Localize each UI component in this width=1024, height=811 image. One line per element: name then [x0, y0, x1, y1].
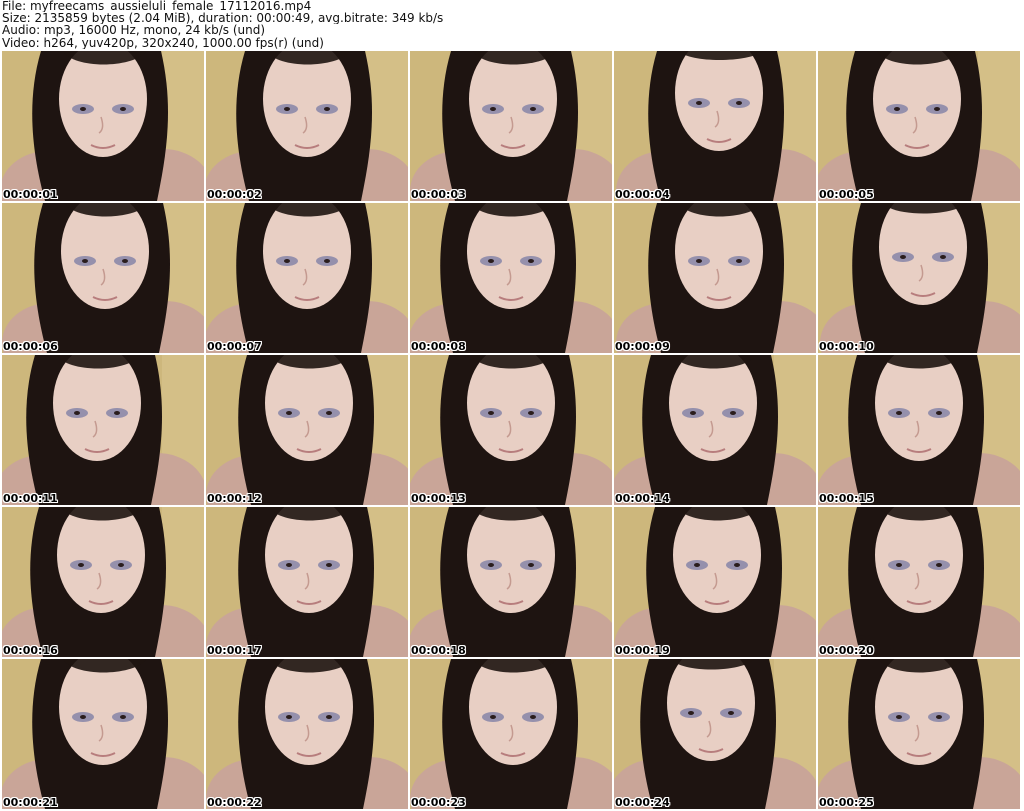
file-info-header: File: myfreecams_aussieluli_female_17112… — [2, 0, 1020, 50]
frame-image — [818, 355, 1020, 505]
frame-image — [2, 51, 204, 201]
frame-image — [410, 659, 612, 809]
video-frame-thumbnail: 00:00:24 — [614, 659, 816, 809]
video-frame-thumbnail: 00:00:13 — [410, 355, 612, 505]
file-name-line: File: myfreecams_aussieluli_female_17112… — [2, 0, 312, 13]
video-frame-thumbnail: 00:00:02 — [206, 51, 408, 201]
frame-image — [614, 203, 816, 353]
frame-timestamp: 00:00:21 — [3, 796, 58, 809]
video-frame-thumbnail: 00:00:10 — [818, 203, 1020, 353]
frame-timestamp: 00:00:23 — [411, 796, 466, 809]
frame-timestamp: 00:00:10 — [819, 340, 874, 353]
frame-timestamp: 00:00:03 — [411, 188, 466, 201]
audio-line: Audio: mp3, 16000 Hz, mono, 24 kb/s (und… — [2, 24, 266, 37]
frame-image — [206, 355, 408, 505]
thumbnail-grid: 00:00:01 00:00:02 00:00:03 00:00:04 00:00:05… — [0, 51, 1024, 811]
frame-image — [206, 507, 408, 657]
frame-image — [818, 51, 1020, 201]
frame-image — [410, 507, 612, 657]
frame-timestamp: 00:00:11 — [3, 492, 58, 505]
frame-timestamp: 00:00:02 — [207, 188, 262, 201]
video-frame-thumbnail: 00:00:05 — [818, 51, 1020, 201]
video-frame-thumbnail: 00:00:03 — [410, 51, 612, 201]
frame-timestamp: 00:00:05 — [819, 188, 874, 201]
frame-image — [410, 51, 612, 201]
video-frame-thumbnail: 00:00:21 — [2, 659, 204, 809]
frame-image — [410, 355, 612, 505]
frame-image — [206, 659, 408, 809]
frame-image — [818, 507, 1020, 657]
frame-timestamp: 00:00:25 — [819, 796, 874, 809]
frame-timestamp: 00:00:16 — [3, 644, 58, 657]
frame-image — [614, 51, 816, 201]
frame-image — [410, 203, 612, 353]
frame-image — [206, 51, 408, 201]
video-frame-thumbnail: 00:00:01 — [2, 51, 204, 201]
video-frame-thumbnail: 00:00:17 — [206, 507, 408, 657]
frame-timestamp: 00:00:14 — [615, 492, 670, 505]
video-frame-thumbnail: 00:00:14 — [614, 355, 816, 505]
video-frame-thumbnail: 00:00:09 — [614, 203, 816, 353]
video-frame-thumbnail: 00:00:20 — [818, 507, 1020, 657]
video-line: Video: h264, yuv420p, 320x240, 1000.00 f… — [2, 36, 324, 49]
frame-timestamp: 00:00:20 — [819, 644, 874, 657]
frame-timestamp: 00:00:15 — [819, 492, 874, 505]
video-frame-thumbnail: 00:00:11 — [2, 355, 204, 505]
video-frame-thumbnail: 00:00:08 — [410, 203, 612, 353]
frame-timestamp: 00:00:08 — [411, 340, 466, 353]
frame-image — [2, 355, 204, 505]
frame-timestamp: 00:00:09 — [615, 340, 670, 353]
frame-timestamp: 00:00:18 — [411, 644, 466, 657]
video-frame-thumbnail: 00:00:07 — [206, 203, 408, 353]
video-frame-thumbnail: 00:00:16 — [2, 507, 204, 657]
frame-timestamp: 00:00:13 — [411, 492, 466, 505]
frame-timestamp: 00:00:01 — [3, 188, 58, 201]
frame-image — [614, 507, 816, 657]
video-frame-thumbnail: 00:00:04 — [614, 51, 816, 201]
video-frame-thumbnail: 00:00:22 — [206, 659, 408, 809]
video-frame-thumbnail: 00:00:15 — [818, 355, 1020, 505]
video-frame-thumbnail: 00:00:19 — [614, 507, 816, 657]
frame-timestamp: 00:00:07 — [207, 340, 262, 353]
frame-image — [614, 659, 816, 809]
video-frame-thumbnail: 00:00:25 — [818, 659, 1020, 809]
video-frame-thumbnail: 00:00:12 — [206, 355, 408, 505]
frame-timestamp: 00:00:24 — [615, 796, 670, 809]
video-frame-thumbnail: 00:00:06 — [2, 203, 204, 353]
video-frame-thumbnail: 00:00:23 — [410, 659, 612, 809]
frame-image — [2, 203, 204, 353]
frame-image — [818, 659, 1020, 809]
size-line: Size: 2135859 bytes (2.04 MiB), duration… — [2, 12, 444, 25]
frame-image — [2, 507, 204, 657]
frame-timestamp: 00:00:06 — [3, 340, 58, 353]
frame-timestamp: 00:00:17 — [207, 644, 262, 657]
frame-timestamp: 00:00:22 — [207, 796, 262, 809]
frame-timestamp: 00:00:19 — [615, 644, 670, 657]
frame-timestamp: 00:00:04 — [615, 188, 670, 201]
frame-timestamp: 00:00:12 — [207, 492, 262, 505]
frame-image — [206, 203, 408, 353]
video-frame-thumbnail: 00:00:18 — [410, 507, 612, 657]
frame-image — [614, 355, 816, 505]
frame-image — [818, 203, 1020, 353]
frame-image — [2, 659, 204, 809]
